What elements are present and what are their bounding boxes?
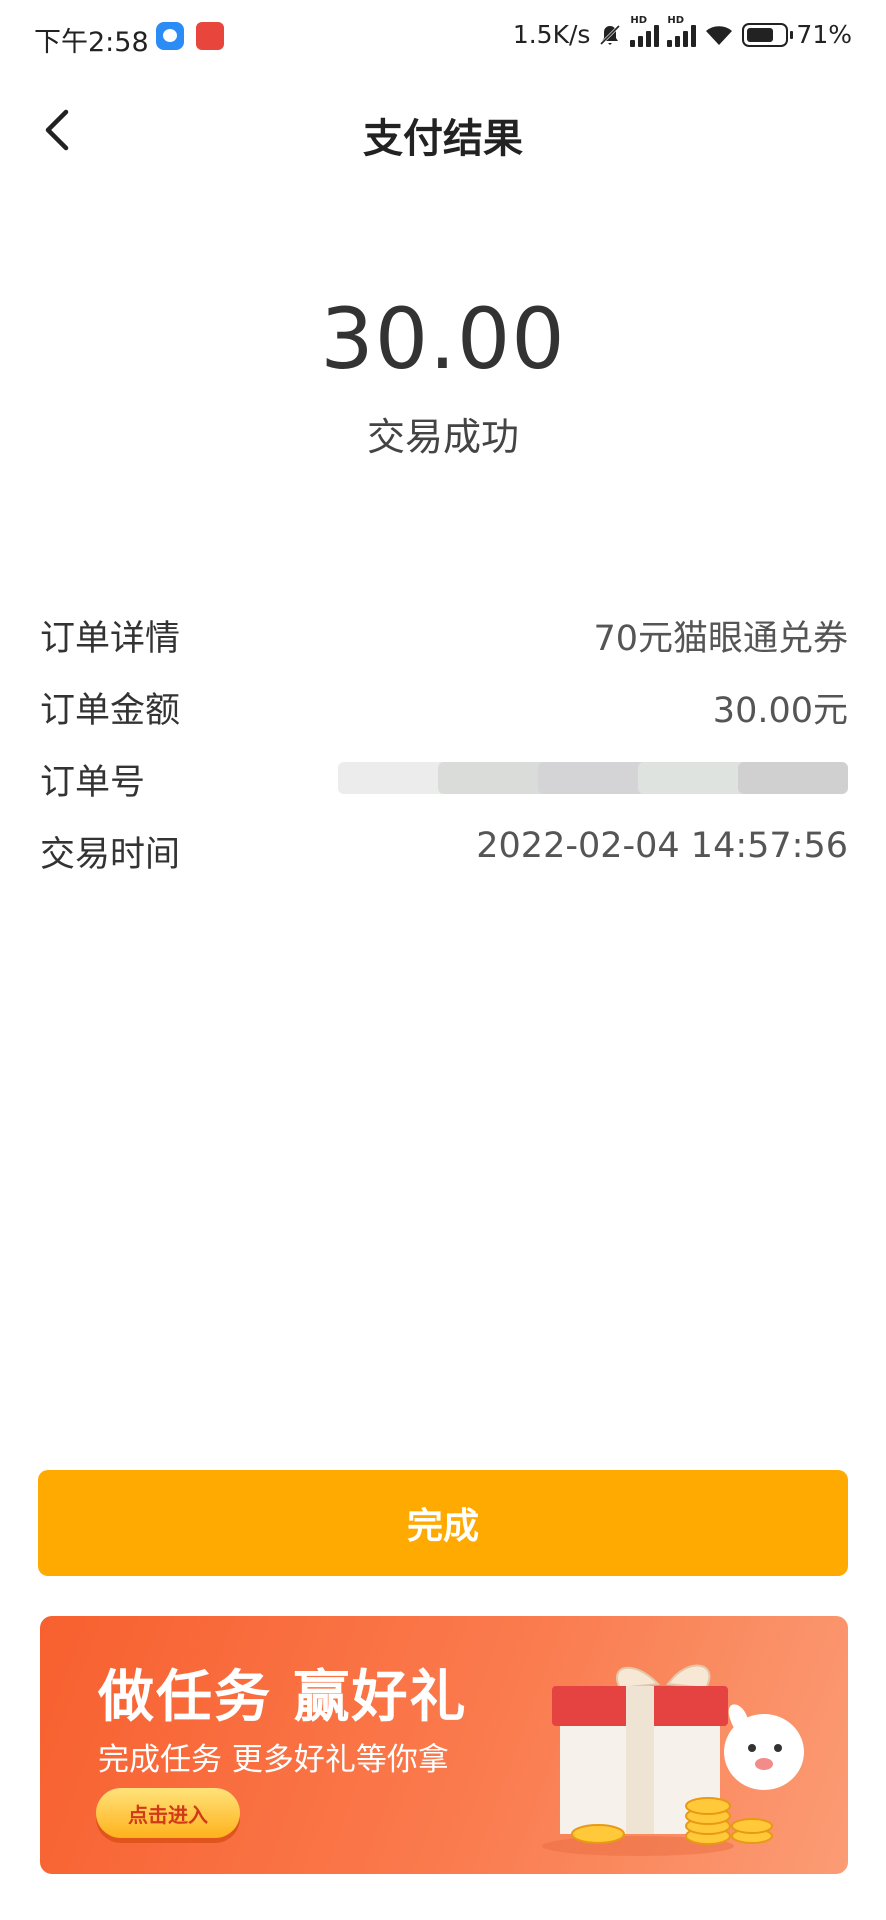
nav-header: 支付结果: [0, 90, 886, 170]
detail-value: 70元猫眼通兑券: [593, 619, 848, 659]
detail-label: 订单详情: [40, 619, 181, 659]
banner-title: 做任务 赢好礼: [98, 1665, 468, 1730]
battery-icon: [742, 22, 794, 47]
signal-icon-2: HD: [667, 15, 697, 47]
status-bar: 下午2:58 1.5K/s HD HD 71%: [0, 0, 886, 76]
task-promo-banner[interactable]: 做任务 赢好礼 完成任务 更多好礼等你拿 点击进入: [40, 1616, 848, 1874]
mute-bell-icon: [600, 24, 621, 45]
status-indicators: 1.5K/s HD HD 71%: [512, 15, 852, 50]
detail-row-order-number: 订单号: [40, 748, 848, 820]
status-time: 下午2:58: [34, 27, 149, 58]
wifi-icon: [706, 25, 733, 45]
payment-status: 交易成功: [366, 415, 519, 459]
battery-level: 71%: [796, 20, 852, 49]
banner-subtitle: 完成任务 更多好礼等你拿: [98, 1742, 449, 1778]
redacted-order-number: [338, 754, 848, 800]
detail-value: 30.00元: [712, 691, 848, 731]
detail-label: 订单号: [40, 763, 146, 803]
chat-app-icon: [156, 22, 184, 50]
payment-amount: 30.00: [320, 290, 566, 388]
done-button[interactable]: 完成: [38, 1470, 848, 1576]
detail-label: 交易时间: [40, 835, 181, 875]
page-title: 支付结果: [363, 116, 523, 162]
detail-row-order: 订单详情 70元猫眼通兑券: [40, 604, 848, 676]
network-speed: 1.5K/s: [512, 20, 591, 49]
detail-value: 2022-02-04 14:57:56: [476, 826, 848, 866]
signal-icon-1: HD: [630, 15, 660, 47]
detail-label: 订单金额: [40, 691, 181, 731]
gift-box-icon: [542, 1664, 804, 1856]
detail-row-amount: 订单金额 30.00元: [40, 676, 848, 748]
notification-app-icon: [196, 22, 224, 50]
enter-button[interactable]: 点击进入: [96, 1788, 240, 1838]
detail-row-time: 交易时间 2022-02-04 14:57:56: [40, 820, 848, 892]
order-details: 订单详情 70元猫眼通兑券 订单金额 30.00元 订单号 交易时间 2022-…: [40, 604, 848, 892]
